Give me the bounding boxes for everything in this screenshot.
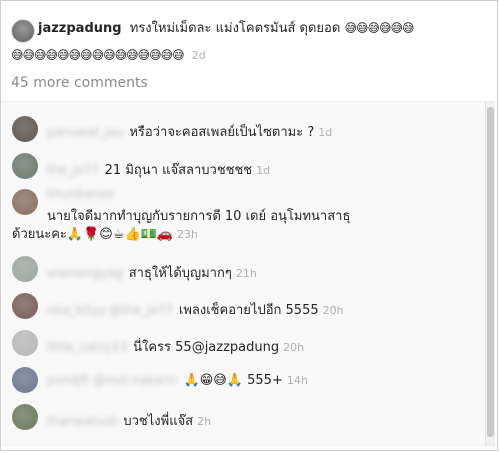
comments-list: panuwat_jau หรือว่าจะคอสเพลย์เป็นไซตามะ ?… <box>1 101 486 447</box>
comment-username[interactable]: panuwat_jau <box>47 125 123 139</box>
comment-text: 21 มิถุนา แจ๊สลาบวชชชช <box>104 163 253 178</box>
comment-text: สาธุให้ได้บุญมากๆ <box>128 266 232 281</box>
avatar[interactable] <box>12 116 38 142</box>
comment-age: 23h <box>177 228 199 241</box>
comment-age: 1d <box>256 164 271 177</box>
comment-age: 21h <box>235 267 257 280</box>
comment-row: pondjft @mot.nakarin 🙏😁😅🙏 555+ 14h <box>47 373 308 388</box>
scrollbar-thumb[interactable] <box>487 107 494 437</box>
avatar[interactable] <box>12 256 38 282</box>
avatar[interactable] <box>12 404 38 430</box>
comment-username[interactable]: nita_b5yy @the_jo77 <box>47 303 173 317</box>
comment-text-2: ด้วยนะคะ🙏🌹😊☕👍💵🚗 <box>12 227 174 242</box>
comment-age: 1d <box>318 126 333 139</box>
comment-row: thanwatsob บวชไงพี่แจ๊ส 2h <box>47 410 211 431</box>
comment-row: little_catzy13 นี่ใครร 55@jazzpadung 20h <box>47 336 304 357</box>
comment-text: นี่ใครร 55@jazzpadung <box>133 340 280 355</box>
avatar[interactable] <box>11 19 35 43</box>
comment-username[interactable]: the_jo77 <box>47 163 99 177</box>
comment-text: บวชไงพี่แจ๊ส <box>123 414 194 429</box>
caption-line: jazzpadung ทรงใหม่เม็ดละ แม่งโคตรมันส์ ด… <box>38 17 415 38</box>
avatar[interactable] <box>12 330 38 356</box>
comment-username[interactable]: pondjft @mot.nakarin <box>47 373 178 387</box>
avatar[interactable] <box>12 189 38 215</box>
more-comments-link[interactable]: 45 more comments <box>11 75 148 91</box>
comment-text: หรือว่าจะคอสเพลย์เป็นไซตามะ ? <box>129 125 315 140</box>
comment-text: เพลงเช็คอายไปอีก 5555 <box>178 303 319 318</box>
comment-age: 20h <box>322 304 344 317</box>
comment-age: 14h <box>286 374 308 387</box>
avatar[interactable] <box>12 153 38 179</box>
comment-row: vramongyag สาธุให้ได้บุญมากๆ 21h <box>47 262 257 283</box>
caption-line-2: 😅😅😅😅😅😅😅😅😅😅😅😅😅😅😅 2d <box>11 48 206 63</box>
avatar[interactable] <box>12 367 38 393</box>
comment-row-2: ด้วยนะคะ🙏🌹😊☕👍💵🚗 23h <box>12 223 198 244</box>
scrollbar[interactable] <box>485 101 495 446</box>
comment-row: panuwat_jau หรือว่าจะคอสเพลย์เป็นไซตามะ ?… <box>47 121 332 142</box>
caption-emojis-2: 😅😅😅😅😅😅😅😅😅😅😅😅😅😅😅 <box>11 48 185 62</box>
comment-username[interactable]: little_catzy13 <box>47 340 127 354</box>
comment-username[interactable]: thanwatsob <box>47 414 117 428</box>
post-age: 2d <box>191 49 206 62</box>
comment-username[interactable]: vramongyag <box>47 266 123 280</box>
comment-row: the_jo77 21 มิถุนา แจ๊สลาบวชชชช 1d <box>47 159 270 180</box>
comment-text: นายใจดีมากทำบุญกับรายการตี 10 เดย์ อนุโม… <box>47 209 351 224</box>
comment-age: 2h <box>197 415 212 428</box>
comments-window: jazzpadung ทรงใหม่เม็ดละ แม่งโคตรมันส์ ด… <box>0 0 498 451</box>
comment-username-row: khunbanee <box>47 187 120 202</box>
caption-emojis: 😅😅😅😅😅😅 <box>344 21 414 35</box>
comment-username[interactable]: khunbanee <box>47 187 114 201</box>
post-username[interactable]: jazzpadung <box>38 21 122 36</box>
avatar[interactable] <box>12 293 38 319</box>
comment-age: 20h <box>283 341 305 354</box>
comment-row: nita_b5yy @the_jo77 เพลงเช็คอายไปอีก 5555… <box>47 299 344 320</box>
caption-text: ทรงใหม่เม็ดละ แม่งโคตรมันส์ ดุดยอด <box>129 21 341 36</box>
comment-text: 🙏😁😅🙏 555+ <box>183 373 283 388</box>
